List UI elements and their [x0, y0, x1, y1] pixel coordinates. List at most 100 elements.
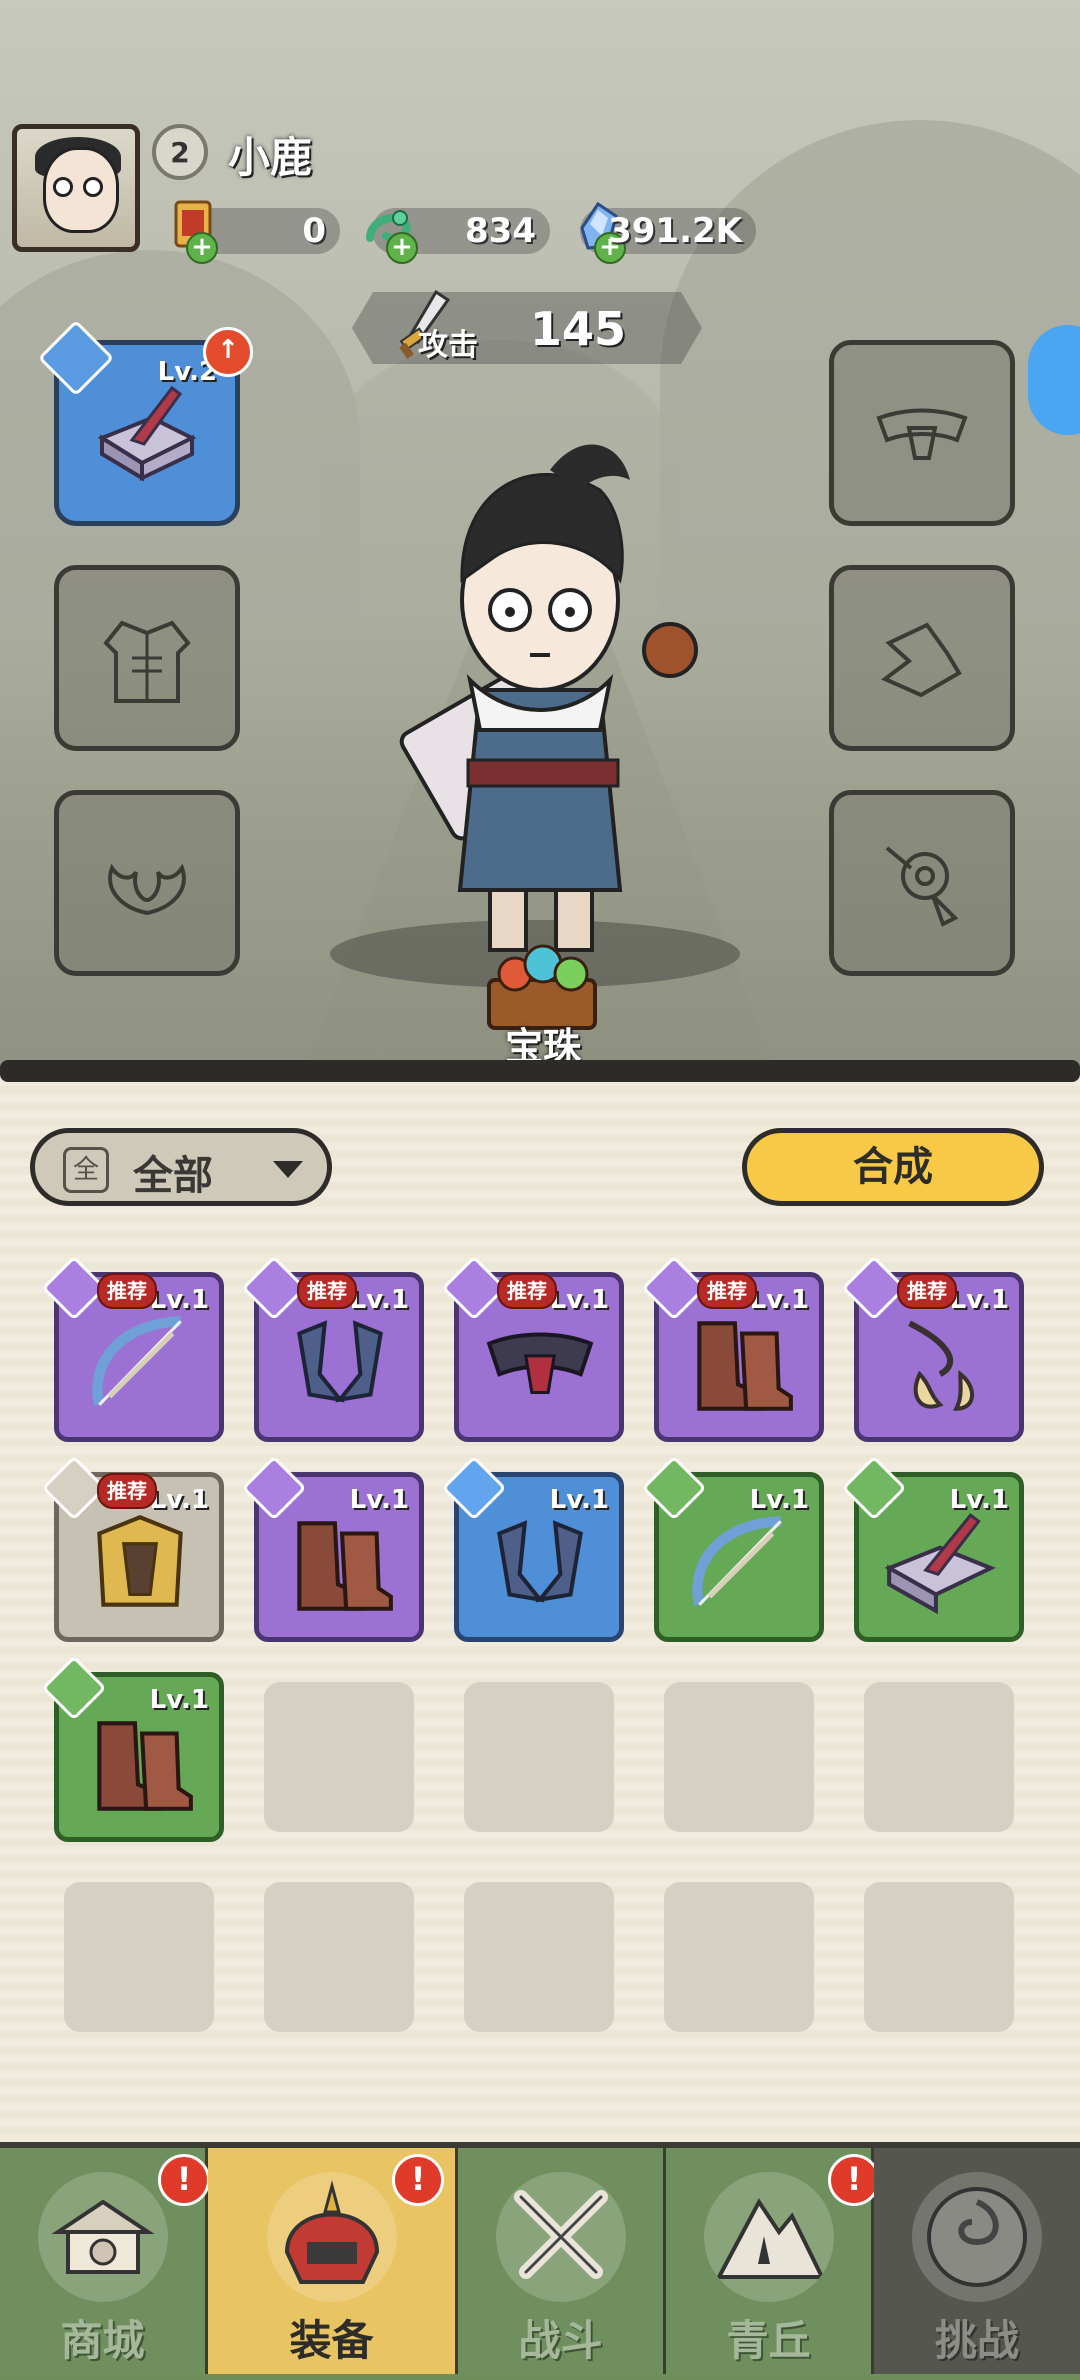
scene-divider [0, 1060, 1080, 1082]
pendant-outline-icon [885, 846, 959, 927]
recommended-badge: 推荐 [97, 1473, 157, 1509]
tab-equipment[interactable]: ! 装备 [208, 2148, 458, 2374]
empty-inventory-slot [664, 1882, 814, 2032]
empty-inventory-slot [864, 1682, 1014, 1832]
tab-qingqiu[interactable]: ! 青丘 [666, 2148, 880, 2374]
crystal-count: 391.2K [608, 211, 742, 251]
shop-icon [37, 2172, 168, 2302]
scroll-count: 0 [302, 211, 326, 251]
recommended-badge: 推荐 [497, 1273, 557, 1309]
item-level: Lv.1 [149, 1285, 209, 1315]
add-scroll-button[interactable]: + [186, 232, 218, 264]
empty-inventory-slot [464, 1882, 614, 2032]
hammer-icon [97, 385, 197, 482]
belt-outline-icon [876, 408, 968, 460]
chevron-down-icon [273, 1161, 303, 1178]
upgrade-arrow-icon: ↑ [203, 327, 253, 377]
slot-weapon[interactable]: Lv.2 ↑ [37, 319, 253, 526]
equipment-alert-badge: ! [392, 2154, 444, 2206]
player-avatar[interactable] [12, 124, 140, 252]
hammer-icon [884, 1513, 996, 1615]
item-level: Lv.1 [149, 1485, 209, 1515]
resource-scroll[interactable]: + 0 [174, 200, 340, 264]
add-jade-button[interactable]: + [386, 232, 418, 264]
empty-inventory-slot [264, 1882, 414, 2032]
tab-battle-label: 战斗 [518, 2316, 603, 2365]
resource-jade[interactable]: + 834 [366, 208, 550, 264]
empty-inventory-slot [464, 1682, 614, 1832]
attack-label: 攻击 [418, 328, 478, 363]
filter-icon: 全 [63, 1147, 109, 1193]
tab-challenge-label: 挑战 [934, 2316, 1019, 2365]
jade-count: 834 [465, 211, 536, 251]
tab-qingqiu-label: 青丘 [726, 2316, 811, 2365]
item-level: Lv.1 [749, 1485, 809, 1515]
resource-crystal[interactable]: + 391.2K [580, 201, 756, 264]
item-level: Lv.1 [349, 1485, 409, 1515]
item-level: Lv.1 [949, 1485, 1009, 1515]
boots-icon [97, 1721, 193, 1811]
item-level: Lv.1 [949, 1285, 1009, 1315]
inventory-item[interactable]: Lv.1 [441, 1455, 624, 1642]
inventory-item[interactable]: Lv.1 [241, 1455, 424, 1642]
recommended-badge: 推荐 [697, 1273, 757, 1309]
filter-dropdown[interactable]: 全 全部 [30, 1128, 332, 1206]
inventory-item[interactable]: Lv.1 推荐 [241, 1255, 424, 1442]
empty-inventory-slot [664, 1682, 814, 1832]
slot-boots[interactable] [829, 565, 1015, 751]
hero-character [399, 444, 698, 952]
recommended-badge: 推荐 [897, 1273, 957, 1309]
empty-inventory-slot [264, 1682, 414, 1832]
slot-accessory[interactable] [829, 790, 1015, 976]
slot-ornament[interactable] [54, 790, 240, 976]
shop-alert-badge: ! [158, 2154, 210, 2206]
inventory-item[interactable]: Lv.1 推荐 [841, 1255, 1024, 1442]
horn-ornament-outline-icon [108, 863, 186, 916]
horn-ornament-icon [297, 1320, 383, 1403]
horn-ornament-icon [497, 1520, 583, 1603]
player-name: 小鹿 [228, 133, 313, 182]
item-level: Lv.1 [349, 1285, 409, 1315]
inventory-item[interactable]: Lv.1 [841, 1455, 1024, 1642]
empty-inventory-slot [864, 1882, 1014, 2032]
helmet-icon [266, 2172, 397, 2302]
item-level: Lv.1 [549, 1285, 609, 1315]
boots-icon [297, 1521, 393, 1611]
recommended-badge: 推荐 [97, 1273, 157, 1309]
item-level: Lv.1 [749, 1285, 809, 1315]
merge-button[interactable]: 合成 [742, 1128, 1044, 1206]
robe-outline-icon [103, 620, 191, 703]
recommended-badge: 推荐 [297, 1273, 357, 1309]
boots-icon [697, 1321, 793, 1411]
tab-challenge[interactable]: 挑战 [874, 2148, 1080, 2374]
inventory-item[interactable]: Lv.1 [41, 1655, 224, 1842]
item-level: Lv.1 [149, 1685, 209, 1715]
bottom-nav: ! 商城 ! 装备 战斗 ! 青丘 挑战 [0, 2142, 1080, 2380]
bow-icon [92, 1316, 182, 1406]
tab-equipment-label: 装备 [289, 2316, 374, 2365]
inventory-item[interactable]: Lv.1 [641, 1455, 824, 1642]
filter-label: 全部 [133, 1153, 213, 1199]
attack-value: 145 [530, 302, 627, 356]
inventory-item[interactable]: Lv.1 推荐 [41, 1455, 224, 1642]
boot-outline-icon [881, 622, 962, 698]
empty-inventory-slot [64, 1882, 214, 2032]
inventory-item[interactable]: Lv.1 推荐 [641, 1255, 824, 1442]
side-panel-tab[interactable] [1028, 325, 1080, 435]
slot-armor[interactable] [54, 565, 240, 751]
inventory-item[interactable]: Lv.1 推荐 [41, 1255, 224, 1442]
player-level-badge: 2 [152, 124, 208, 180]
tab-battle[interactable]: 战斗 [458, 2148, 666, 2374]
slot-belt[interactable] [829, 340, 1015, 526]
golden-armor-icon [97, 1515, 183, 1607]
item-level: Lv.1 [549, 1485, 609, 1515]
inventory-item[interactable]: Lv.1 推荐 [441, 1255, 624, 1442]
crossed-swords-icon [495, 2172, 626, 2302]
vortex-icon [912, 2172, 1042, 2302]
tab-shop[interactable]: ! 商城 [0, 2148, 210, 2374]
mountain-icon [703, 2172, 834, 2302]
tab-shop-label: 商城 [60, 2316, 145, 2365]
bow-icon [692, 1516, 782, 1606]
qingqiu-alert-badge: ! [828, 2154, 880, 2206]
pendant-icon [908, 1320, 975, 1411]
